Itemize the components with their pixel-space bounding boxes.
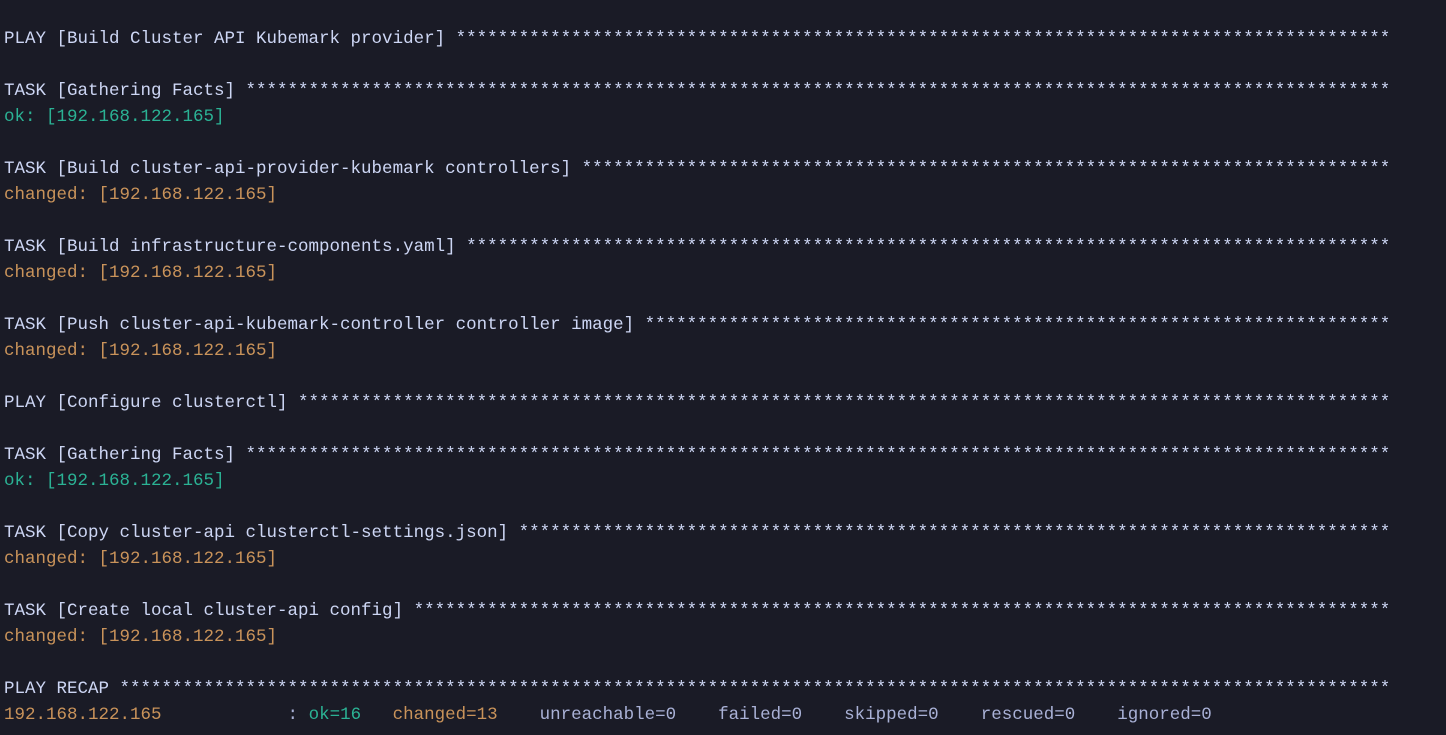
task-header: TASK [Copy cluster-api clusterctl-settin… [4, 523, 1390, 543]
task-header: TASK [Gathering Facts] *****************… [4, 81, 1390, 101]
recap-skipped: skipped=0 [844, 705, 981, 725]
recap-unreachable: unreachable=0 [540, 705, 719, 725]
task-status-changed: changed: [192.168.122.165] [4, 185, 277, 205]
task-header: TASK [Create local cluster-api config] *… [4, 601, 1390, 621]
recap-ok: ok=16 [309, 705, 393, 725]
recap-rescued: rescued=0 [981, 705, 1118, 725]
recap-host: 192.168.122.165 [4, 705, 288, 725]
play-header: PLAY [Configure clusterctl] ************… [4, 393, 1390, 413]
task-header: TASK [Gathering Facts] *****************… [4, 445, 1390, 465]
task-status-ok: ok: [192.168.122.165] [4, 471, 225, 491]
recap-colon: : [288, 705, 309, 725]
play-header: PLAY [Build Cluster API Kubemark provide… [4, 29, 1390, 49]
recap-changed: changed=13 [393, 705, 540, 725]
task-header: TASK [Build cluster-api-provider-kubemar… [4, 159, 1390, 179]
task-header: TASK [Push cluster-api-kubemark-controll… [4, 315, 1390, 335]
task-status-changed: changed: [192.168.122.165] [4, 627, 277, 647]
recap-failed: failed=0 [718, 705, 844, 725]
task-status-changed: changed: [192.168.122.165] [4, 549, 277, 569]
task-status-changed: changed: [192.168.122.165] [4, 263, 277, 283]
task-status-changed: changed: [192.168.122.165] [4, 341, 277, 361]
task-header: TASK [Build infrastructure-components.ya… [4, 237, 1390, 257]
task-status-ok: ok: [192.168.122.165] [4, 107, 225, 127]
recap-ignored: ignored=0 [1117, 705, 1212, 725]
play-recap-header: PLAY RECAP *****************************… [4, 679, 1390, 699]
terminal-output: PLAY [Build Cluster API Kubemark provide… [0, 18, 1446, 732]
